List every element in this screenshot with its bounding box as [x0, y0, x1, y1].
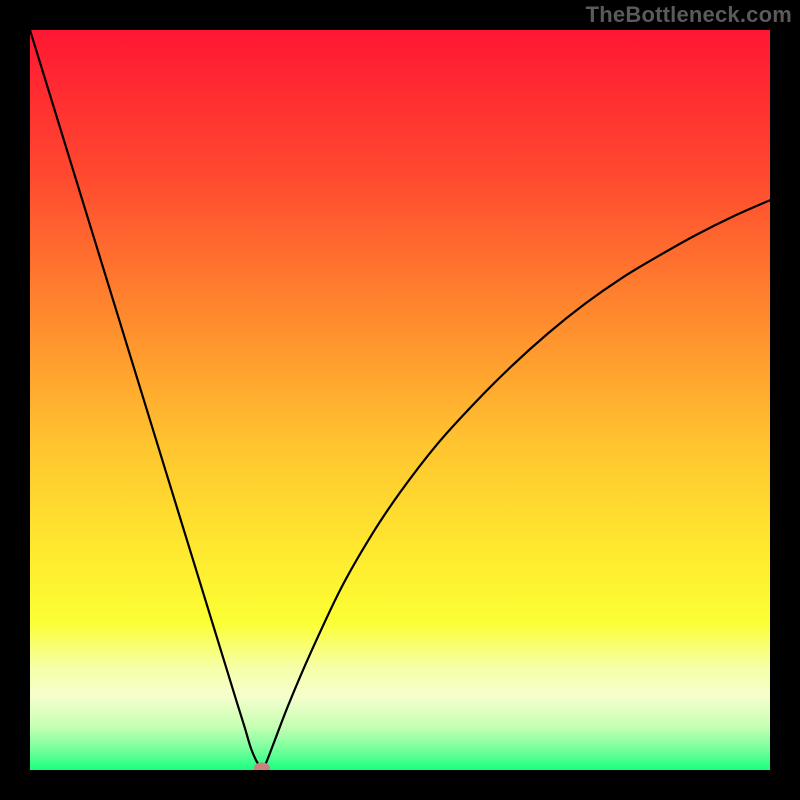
chart-frame: TheBottleneck.com	[0, 0, 800, 800]
plot-area	[30, 30, 770, 770]
bottleneck-curve	[30, 30, 770, 770]
optimum-marker	[254, 762, 270, 770]
watermark-text: TheBottleneck.com	[586, 2, 792, 28]
